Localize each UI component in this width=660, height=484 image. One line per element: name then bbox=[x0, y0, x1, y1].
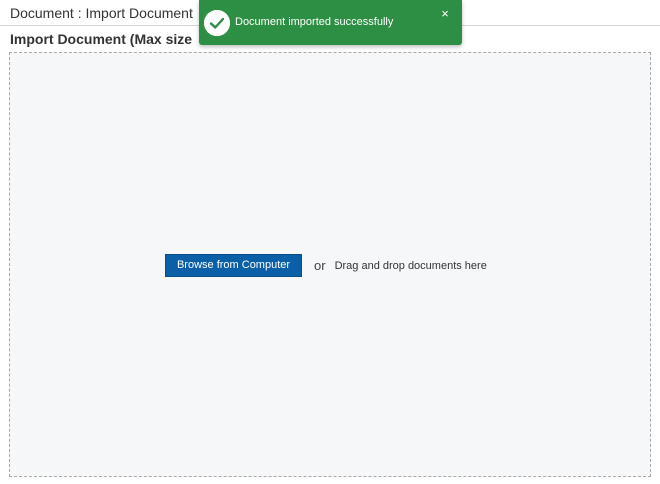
page-title: Document : Import Document bbox=[10, 5, 193, 21]
section-heading: Import Document (Max size bbox=[10, 31, 193, 47]
toast-message: Document imported successfully bbox=[235, 16, 394, 28]
import-document-page: Document : Import Document Import Docume… bbox=[0, 0, 660, 484]
success-toast: Document imported successfully × bbox=[199, 0, 462, 45]
toast-close-icon[interactable]: × bbox=[439, 7, 451, 21]
drag-and-drop-hint: Drag and drop documents here bbox=[334, 259, 487, 272]
check-circle-icon bbox=[204, 10, 230, 36]
or-separator-text: or bbox=[314, 258, 326, 273]
browse-from-computer-button[interactable]: Browse from Computer bbox=[165, 254, 302, 277]
dropzone-actions: Browse from Computer or Drag and drop do… bbox=[165, 254, 487, 277]
document-dropzone[interactable]: Browse from Computer or Drag and drop do… bbox=[9, 52, 651, 477]
